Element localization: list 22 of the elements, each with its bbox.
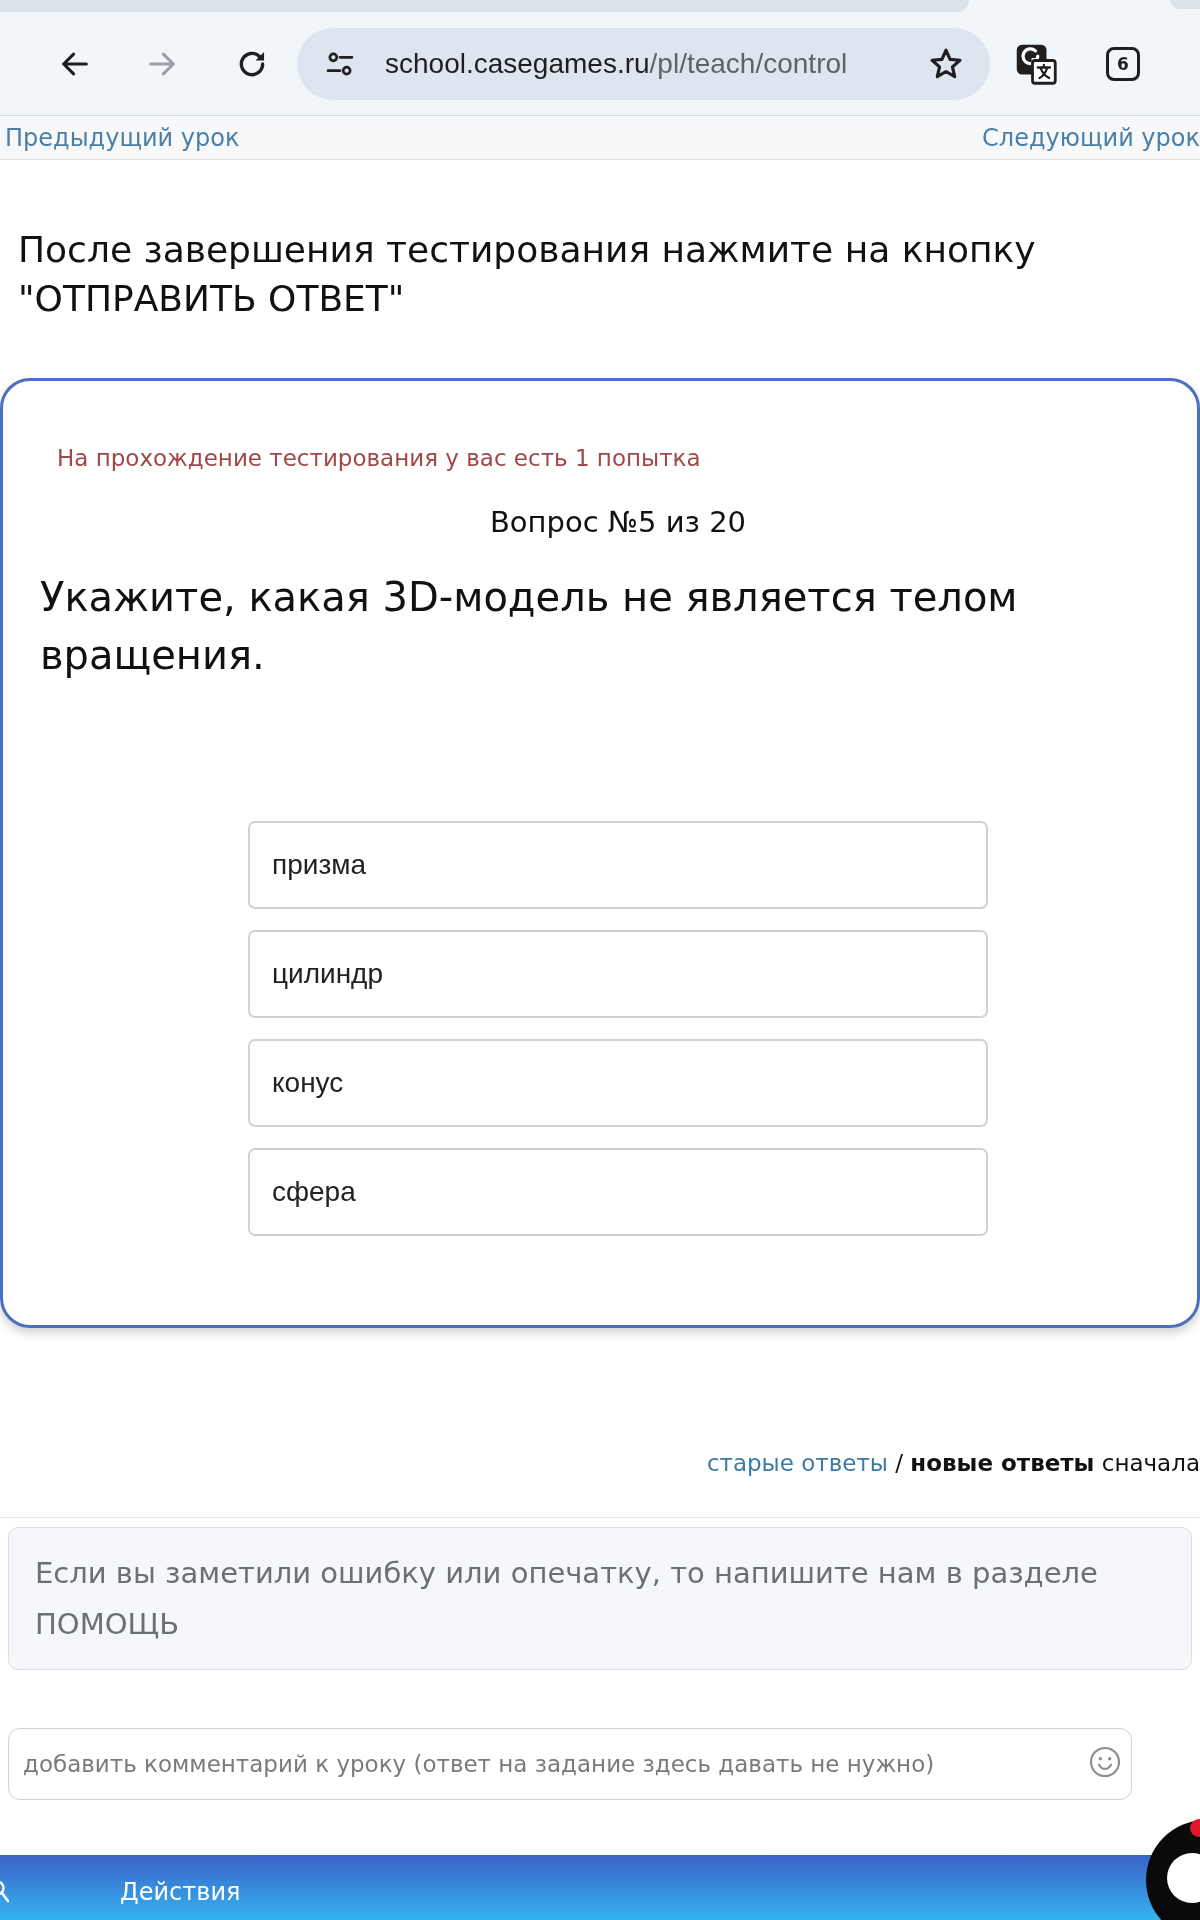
smiley-icon[interactable] (1089, 1746, 1121, 1778)
answer-option[interactable]: конус (248, 1039, 988, 1127)
sort-link[interactable]: новые ответы (910, 1450, 1095, 1476)
answer-option[interactable]: сфера (248, 1148, 988, 1236)
previous-lesson-link[interactable]: Предыдущий урок (5, 122, 240, 153)
question-counter: Вопрос №5 из 20 (488, 504, 748, 540)
address-bar[interactable]: school.casegames.ru/pl/teach/control (297, 27, 990, 100)
answer-option[interactable]: призма (248, 821, 988, 909)
search-icon[interactable] (0, 1878, 9, 1905)
comment-field[interactable]: добавить комментарий к уроку (ответ на задание здесь давать не нужно) (8, 1728, 1132, 1800)
sort-link[interactable]: старые ответы (706, 1450, 888, 1476)
sort-order-text: старые ответы / новые ответы сначала (705, 1449, 1200, 1478)
translate-icon[interactable] (1015, 42, 1057, 85)
chat-widget-icon[interactable] (1144, 1816, 1200, 1920)
error-report-notice: Если вы заметили ошибку или опечатку, то напишите нам в разделе ПОМОЩЬ (8, 1527, 1192, 1670)
attempts-notice: На прохождение тестирования у вас есть 1 попытка (56, 444, 702, 473)
answer-option[interactable]: цилиндр (248, 930, 988, 1018)
url-text: school.casegames.ru/pl/teach/control (385, 47, 848, 80)
instruction-text: После завершения тестирования нажмите на кнопку "ОТПРАВИТЬ ОТВЕТ" (17, 228, 1037, 321)
tab-count-button[interactable]: 6 (1106, 46, 1140, 81)
question-text: Укажите, какая 3D-модель не является телом вращения. (39, 573, 1019, 680)
next-lesson-link[interactable]: Следующий урок (982, 122, 1200, 153)
